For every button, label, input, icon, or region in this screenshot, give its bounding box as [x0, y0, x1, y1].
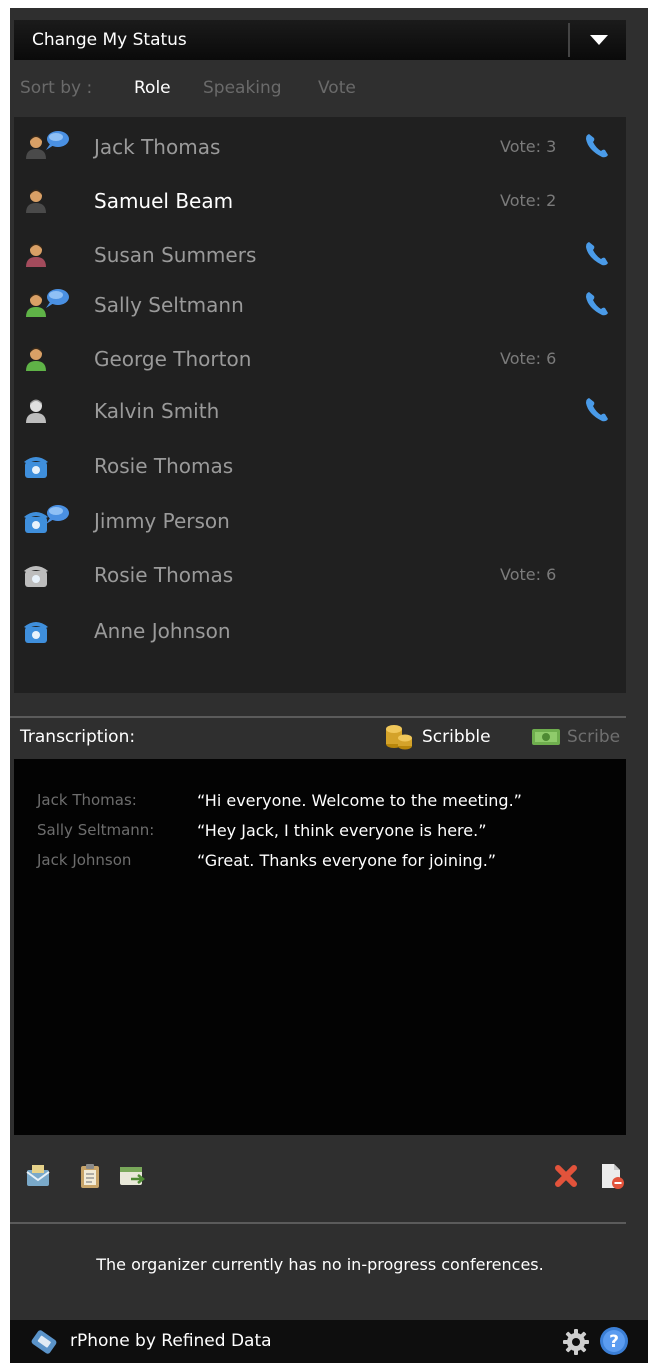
- svg-text:?: ?: [609, 1332, 619, 1352]
- coins-icon: [386, 725, 412, 750]
- participant-row[interactable]: Sally Seltmann: [14, 279, 626, 333]
- phone-icon[interactable]: [582, 131, 612, 161]
- participant-row[interactable]: Samuel Beam Vote: 2: [14, 175, 626, 229]
- dropdown-arrow-icon[interactable]: [590, 35, 608, 45]
- export-icon[interactable]: [118, 1162, 146, 1190]
- transcript-line: Jack Johnson “Great. Thanks everyone for…: [37, 851, 617, 877]
- transcript-line: Sally Seltmann: “Hey Jack, I think every…: [37, 821, 617, 847]
- scribe-label: Scribe: [567, 727, 621, 747]
- participant-name: Kalvin Smith: [94, 399, 220, 423]
- participant-row[interactable]: Jimmy Person: [14, 495, 626, 549]
- scribe-button[interactable]: Scribe: [531, 721, 620, 751]
- transcript-text: “Hi everyone. Welcome to the meeting.”: [197, 791, 522, 810]
- clipboard-icon[interactable]: [76, 1162, 104, 1190]
- participant-vote: Vote: 6: [500, 349, 557, 368]
- transcription-box: Jack Thomas: “Hi everyone. Welcome to th…: [14, 759, 626, 1135]
- participant-vote: Vote: 3: [500, 137, 557, 156]
- transcription-label: Transcription:: [20, 727, 136, 747]
- scribble-button[interactable]: Scribble: [384, 721, 491, 751]
- help-icon[interactable]: ?: [598, 1325, 630, 1357]
- transcript-speaker: Jack Johnson: [37, 851, 132, 869]
- transcript-speaker: Jack Thomas:: [37, 791, 137, 809]
- sort-prefix: Sort by :: [20, 78, 93, 98]
- person-dark-icon: [22, 131, 70, 163]
- person-green-icon: [22, 343, 70, 375]
- rphone-logo-icon[interactable]: [30, 1328, 60, 1356]
- transcript-line: Jack Thomas: “Hi everyone. Welcome to th…: [37, 791, 617, 817]
- participant-row[interactable]: Rosie Thomas Vote: 6: [14, 549, 626, 603]
- phone-icon[interactable]: [582, 239, 612, 269]
- telephone-blue-icon: [22, 450, 70, 482]
- participant-row[interactable]: George Thorton Vote: 6: [14, 333, 626, 387]
- sort-option-speaking[interactable]: Speaking: [203, 78, 282, 98]
- participant-name: Jack Thomas: [94, 135, 221, 159]
- divider: [10, 1222, 626, 1224]
- participant-name: Rosie Thomas: [94, 454, 234, 478]
- participant-row[interactable]: Rosie Thomas: [14, 440, 626, 494]
- participant-name: Susan Summers: [94, 243, 257, 267]
- dropdown-divider: [568, 23, 570, 57]
- participant-name: Anne Johnson: [94, 619, 231, 643]
- participant-row[interactable]: Susan Summers: [14, 229, 626, 283]
- gear-icon[interactable]: [562, 1328, 590, 1356]
- conference-notice: The organizer currently has no in-progre…: [96, 1255, 544, 1274]
- participant-row[interactable]: Kalvin Smith: [14, 385, 626, 439]
- delete-icon[interactable]: [552, 1162, 580, 1190]
- telephone-gray-icon: [22, 559, 70, 591]
- phone-icon[interactable]: [582, 395, 612, 425]
- sort-option-role[interactable]: Role: [134, 78, 171, 98]
- footer-brand: rPhone by Refined Data: [70, 1331, 272, 1351]
- scribble-label: Scribble: [422, 727, 491, 747]
- telephone-blue-icon: [22, 615, 70, 647]
- transcript-text: “Hey Jack, I think everyone is here.”: [197, 821, 487, 840]
- participant-name: Sally Seltmann: [94, 293, 244, 317]
- participant-name: Jimmy Person: [94, 509, 230, 533]
- participant-name: Rosie Thomas: [94, 563, 234, 587]
- participant-name: George Thorton: [94, 347, 252, 371]
- transcript-speaker: Sally Seltmann:: [37, 821, 155, 839]
- participant-vote: Vote: 6: [500, 565, 557, 584]
- phone-icon[interactable]: [582, 289, 612, 319]
- sort-option-vote[interactable]: Vote: [318, 78, 356, 98]
- participant-row[interactable]: Jack Thomas Vote: 3: [14, 121, 626, 175]
- email-icon[interactable]: [24, 1162, 52, 1190]
- change-status-dropdown[interactable]: Change My Status: [14, 20, 626, 60]
- footer-bar: rPhone by Refined Data ?: [10, 1320, 648, 1363]
- divider: [10, 716, 626, 718]
- participant-name: Samuel Beam: [94, 189, 234, 213]
- transcript-text: “Great. Thanks everyone for joining.”: [197, 851, 497, 870]
- banknote-icon: [532, 729, 560, 745]
- telephone-blue-icon: [22, 505, 70, 537]
- person-gray-icon: [22, 395, 70, 427]
- participant-row[interactable]: Anne Johnson: [14, 605, 626, 659]
- document-remove-icon[interactable]: [598, 1162, 626, 1190]
- person-dark-icon: [22, 185, 70, 217]
- person-green-icon: [22, 289, 70, 321]
- participant-list: Jack Thomas Vote: 3 Samuel Beam Vote: 2 Susa…: [14, 117, 626, 693]
- person-red-icon: [22, 239, 70, 271]
- participant-vote: Vote: 2: [500, 191, 557, 210]
- status-label: Change My Status: [32, 30, 187, 50]
